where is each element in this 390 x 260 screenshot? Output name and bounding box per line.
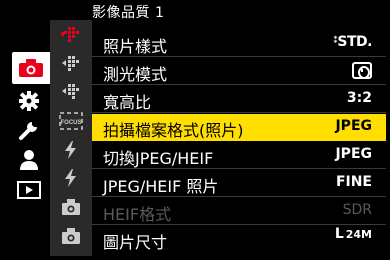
flash-icon-1 <box>65 141 76 159</box>
sub-tab-camera-2[interactable] <box>50 223 92 249</box>
menu-item-label: 測光模式 <box>103 65 168 84</box>
file-format-value: JPEG <box>335 118 372 134</box>
main-tab-mymenu[interactable] <box>8 146 50 174</box>
menu-item-label: 圖片尺寸 <box>103 233 168 252</box>
sub-tab-column: FOCUS <box>50 20 92 256</box>
image-quality-icon-2 <box>62 56 79 71</box>
menu-item-label: HEIF格式 <box>103 205 172 224</box>
menu-item-jpeg-heif-quality[interactable]: JPEG/HEIF 照片 FINE <box>92 170 386 197</box>
sub-tab-image-quality-2[interactable] <box>50 51 92 77</box>
menu-item-label: 拍攝檔案格式(照片) <box>103 121 244 140</box>
sub-tab-camera-1[interactable] <box>50 194 92 220</box>
gear-icon <box>19 91 39 111</box>
metering-icon <box>352 62 372 79</box>
sub-tab-flash-2[interactable] <box>50 165 92 191</box>
camera-small-icon-2 <box>62 228 80 244</box>
menu-item-picture-size[interactable]: 圖片尺寸 L 24M <box>92 226 386 253</box>
focus-icon: FOCUS <box>59 112 83 130</box>
main-tab-playback[interactable] <box>8 176 50 204</box>
menu-title: 影像品質 1 <box>92 5 165 21</box>
sub-tab-image-quality-3[interactable] <box>50 79 92 105</box>
menu-item-jpeg-heif-switch[interactable]: 切換JPEG/HEIF JPEG <box>92 142 386 169</box>
aspect-ratio-value: 3:2 <box>346 90 372 106</box>
sub-tab-flash-1[interactable] <box>50 137 92 163</box>
image-quality-icon-1 <box>60 27 79 42</box>
heif-format-value: SDR <box>342 202 372 218</box>
main-tab-column <box>8 50 50 210</box>
person-icon <box>20 150 38 170</box>
metering-value <box>352 62 372 79</box>
sub-tab-focus[interactable]: FOCUS <box>50 108 92 134</box>
menu-item-label: 照片樣式 <box>103 37 168 56</box>
camera-menu-screen: 影像品質 1 FOCUS 照片樣式 ⁑STD. 測光模式 寬高比 3:2 拍攝檔… <box>0 0 390 260</box>
main-tab-photo[interactable] <box>12 52 50 84</box>
playback-icon <box>17 181 41 199</box>
sub-tab-image-quality-1[interactable] <box>50 22 92 48</box>
menu-item-label: JPEG/HEIF 照片 <box>103 177 219 196</box>
photo-style-value: ⁑STD. <box>333 34 372 50</box>
menu-item-label: 寬高比 <box>103 93 152 112</box>
menu-item-photo-style[interactable]: 照片樣式 ⁑STD. <box>92 30 386 57</box>
menu-item-file-format[interactable]: 拍攝檔案格式(照片) JPEG <box>92 114 386 141</box>
menu-item-heif-format: HEIF格式 SDR <box>92 198 386 225</box>
svg-text:FOCUS: FOCUS <box>61 120 82 126</box>
flash-icon-2 <box>65 169 76 187</box>
wrench-icon <box>19 122 37 140</box>
quality-value: FINE <box>335 174 372 190</box>
jpeg-heif-switch-value: JPEG <box>335 146 372 162</box>
picture-size-value: L 24M <box>334 226 372 242</box>
camera-small-icon-1 <box>62 199 80 215</box>
menu-item-aspect-ratio[interactable]: 寬高比 3:2 <box>92 86 386 113</box>
main-tab-custom[interactable] <box>8 87 50 115</box>
menu-item-metering-mode[interactable]: 測光模式 <box>92 58 386 85</box>
main-tab-setup[interactable] <box>8 116 50 144</box>
menu-list: 照片樣式 ⁑STD. 測光模式 寬高比 3:2 拍攝檔案格式(照片) JPEG … <box>92 30 386 258</box>
camera-icon <box>19 59 43 77</box>
menu-item-label: 切換JPEG/HEIF <box>103 149 214 168</box>
image-quality-icon-3 <box>62 84 79 99</box>
